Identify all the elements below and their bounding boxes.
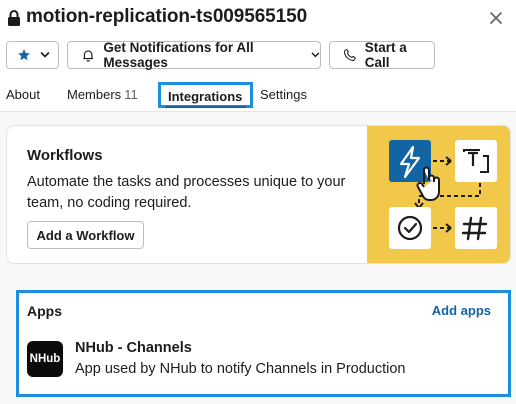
channel-actions: Get Notifications for All Messages Start…: [0, 40, 516, 70]
workflows-card: Workflows Automate the tasks and process…: [6, 125, 511, 264]
tab-integrations[interactable]: Integrations: [158, 82, 254, 108]
workflows-title: Workflows: [27, 147, 103, 164]
channel-header: motion-replication-ts009565150: [0, 0, 516, 36]
channel-tabs: About Members 11 Integrations Settings: [0, 80, 516, 110]
apps-card: Apps Add apps NHub NHub - Channels App u…: [16, 290, 511, 397]
active-tab-underline: [165, 106, 247, 108]
star-channel-button[interactable]: [6, 41, 59, 69]
phone-icon: [343, 49, 356, 62]
tab-members-label: Members: [67, 87, 122, 102]
tab-integrations-label: Integrations: [168, 89, 243, 104]
notifications-label: Get Notifications for All Messages: [103, 40, 254, 70]
start-call-label: Start a Call: [364, 40, 407, 70]
workflow-diagram-icon: [389, 140, 497, 249]
add-workflow-button[interactable]: Add a Workflow: [27, 221, 144, 249]
bell-icon: [83, 49, 94, 62]
close-icon: [490, 12, 502, 24]
app-list-item[interactable]: NHub NHub - Channels App used by NHub to…: [19, 333, 508, 383]
app-logo: NHub: [27, 341, 63, 377]
notifications-button[interactable]: Get Notifications for All Messages: [67, 40, 321, 70]
app-name: NHub - Channels: [75, 340, 192, 356]
members-count: 11: [124, 87, 138, 102]
star-icon: [18, 49, 30, 61]
start-call-button[interactable]: Start a Call: [329, 40, 435, 70]
tab-settings[interactable]: Settings: [260, 87, 307, 102]
channel-title: motion-replication-ts009565150: [26, 6, 308, 27]
app-description: App used by NHub to notify Channels in P…: [75, 361, 406, 377]
workflows-illustration: [367, 126, 510, 263]
chevron-down-icon: [40, 52, 50, 58]
tab-members[interactable]: Members 11: [67, 87, 138, 102]
chevron-down-icon: [311, 52, 320, 58]
workflows-description: Automate the tasks and processes unique …: [27, 174, 346, 211]
add-apps-link[interactable]: Add apps: [432, 303, 491, 318]
apps-title: Apps: [27, 303, 62, 319]
tab-about[interactable]: About: [6, 87, 40, 102]
close-button[interactable]: [484, 6, 508, 30]
lock-icon: [8, 10, 20, 26]
